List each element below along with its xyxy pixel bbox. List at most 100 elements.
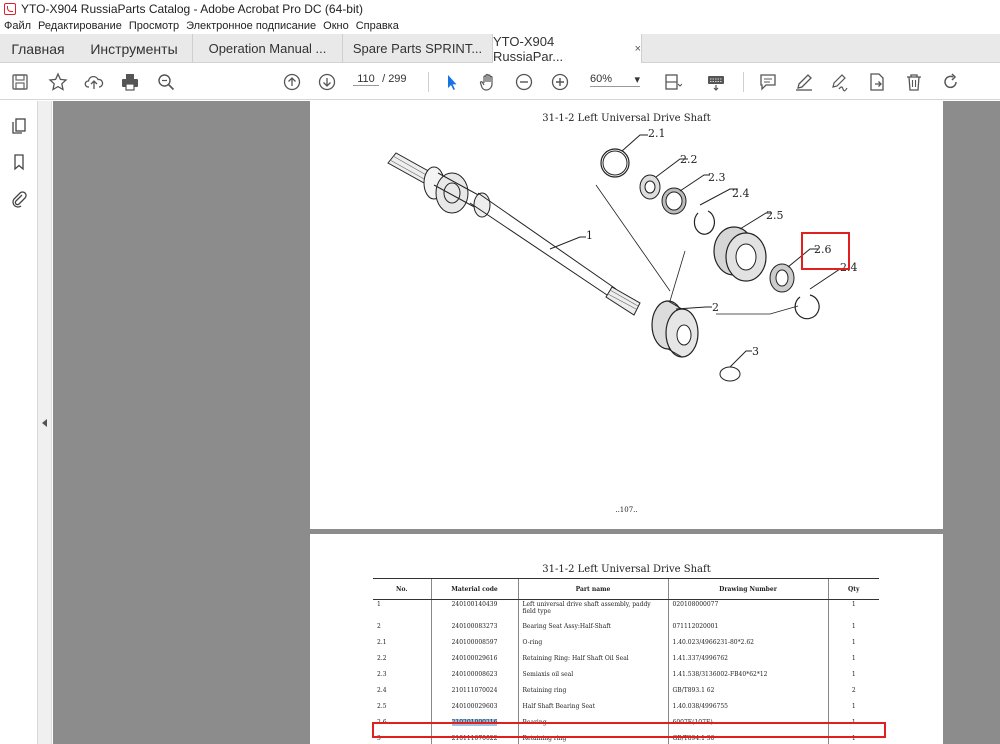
cell-name: O-ring (517, 637, 668, 654)
menu-help[interactable]: Справка (356, 20, 399, 32)
tab-doc-yto-x904[interactable]: YTO-X904 RussiaPar... × (492, 33, 642, 64)
cell-code: 240100029603 (430, 701, 518, 718)
cell-no: 2.3 (377, 670, 387, 678)
delete-icon[interactable] (903, 71, 925, 93)
tab-label: Spare Parts SPRINT... (352, 41, 483, 56)
menu-file[interactable]: Файл (4, 20, 31, 32)
table-header-row: No. Material code Part name Drawing Numb… (373, 578, 879, 600)
toolbar-divider (428, 72, 429, 92)
attachment-icon[interactable] (10, 190, 28, 208)
title-bar: YTO-X904 RussiaParts Catalog - Adobe Acr… (0, 0, 1000, 17)
cell-no: 2.5 (377, 702, 387, 710)
cell-qty: 1 (827, 653, 879, 670)
left-navigation-rail (0, 101, 38, 744)
chevron-left-icon (42, 419, 47, 427)
callout-2: 2 (712, 301, 719, 314)
tab-label: Operation Manual ... (208, 41, 327, 56)
document-viewport[interactable]: 31-1-2 Left Universal Drive Shaft 2.1 2.… (53, 101, 1000, 744)
cell-drawing: 1.40.038/4996755 (667, 701, 828, 718)
tab-label: YTO-X904 RussiaPar... (493, 33, 564, 64)
panel-collapse-handle[interactable] (38, 101, 52, 744)
cell-name: Half Shaft Bearing Seat (517, 701, 668, 718)
rotate-icon[interactable] (940, 71, 962, 93)
tab-home[interactable]: Главная (0, 34, 76, 63)
table-row: 2 240100083273 Bearing Seat Assy:Half-Sh… (373, 621, 879, 638)
menu-window[interactable]: Окно (323, 20, 349, 32)
comment-icon[interactable] (757, 71, 779, 93)
tab-doc-operation-manual[interactable]: Operation Manual ... (192, 34, 342, 63)
save-icon[interactable] (9, 71, 31, 93)
cell-name: Left universal drive shaft assembly, pad… (517, 599, 668, 622)
tab-close-icon[interactable]: × (635, 43, 641, 55)
share-icon[interactable] (866, 71, 888, 93)
cell-qty: 1 (827, 599, 879, 622)
menu-edit[interactable]: Редактирование (38, 20, 122, 32)
page-down-icon[interactable] (316, 71, 338, 93)
page-up-icon[interactable] (281, 71, 303, 93)
page-indicator: 110 / 299 (353, 73, 407, 86)
cell-code: 240100140439 (430, 599, 518, 622)
menu-sign[interactable]: Электронное подписание (186, 20, 316, 32)
column-header: Material code (430, 578, 518, 600)
parts-table: No. Material code Part name Drawing Numb… (373, 578, 879, 744)
keyboard-icon[interactable] (705, 71, 727, 93)
cell-name: Retaining Ring: Half Shaft Oil Seal (517, 653, 668, 670)
callout-2-4: 2.4 (732, 187, 750, 200)
cell-code: 210111070024 (430, 685, 518, 702)
callout-2-2: 2.2 (680, 153, 698, 166)
select-arrow-icon[interactable] (441, 71, 463, 93)
callout-2-1: 2.1 (648, 127, 666, 140)
table-row: 2.4 210111070024 Retaining ring GB/T893.… (373, 685, 879, 702)
cell-no: 2.2 (377, 654, 387, 662)
search-zoom-icon[interactable] (155, 71, 177, 93)
callout-1: 1 (586, 229, 593, 242)
callout-2-5: 2.5 (766, 209, 784, 222)
column-header: No. (373, 578, 431, 600)
cloud-upload-icon[interactable] (83, 71, 105, 93)
sign-icon[interactable] (829, 71, 851, 93)
cell-no: 2.1 (377, 638, 387, 646)
cell-name: Bearing Seat Assy:Half-Shaft (517, 621, 668, 638)
zoom-select[interactable]: 60% ▾ (590, 73, 640, 87)
page-number-label: ..107.. (615, 506, 638, 514)
menu-view[interactable]: Просмотр (129, 20, 179, 32)
cell-drawing: 1.41.538/3136002-FB40*62*12 (667, 669, 828, 686)
column-header: Drawing Number (667, 578, 828, 600)
cell-qty: 1 (827, 637, 879, 654)
cell-qty: 1 (827, 701, 879, 718)
column-header: Part name (517, 578, 668, 600)
page-number-input[interactable]: 110 (353, 73, 379, 86)
cell-qty: 1 (827, 621, 879, 638)
page-title: 31-1-2 Left Universal Drive Shaft (542, 564, 711, 575)
callout-3: 3 (752, 345, 759, 358)
cell-code: 240100008623 (430, 669, 518, 686)
tab-doc-spare-parts[interactable]: Spare Parts SPRINT... (342, 34, 492, 63)
cell-drawing: 1.41.337/4996762 (667, 653, 828, 670)
column-header: Qty (827, 578, 879, 600)
bookmark-icon[interactable] (10, 153, 28, 171)
cell-code: 240100029616 (430, 653, 518, 670)
cell-drawing: 1.40.023/4966231-80*2.62 (667, 637, 828, 654)
highlight-pen-icon[interactable] (793, 71, 815, 93)
cell-drawing: 071112020001 (667, 621, 828, 638)
print-icon[interactable] (119, 71, 141, 93)
cell-name: Semiaxis oil seal (517, 669, 668, 686)
table-row: 2.5 240100029603 Half Shaft Bearing Seat… (373, 701, 879, 718)
tab-tools[interactable]: Инструменты (76, 34, 192, 63)
toolbar-divider (743, 72, 744, 92)
fit-page-icon[interactable] (661, 71, 683, 93)
cell-qty: 2 (827, 685, 879, 702)
table-row: 2.1 240100008597 O-ring 1.40.023/4966231… (373, 637, 879, 654)
star-icon[interactable] (47, 71, 69, 93)
window-title: YTO-X904 RussiaParts Catalog - Adobe Acr… (21, 1, 363, 16)
callout-2-3: 2.3 (708, 171, 726, 184)
table-row: 2.3 240100008623 Semiaxis oil seal 1.41.… (373, 669, 879, 686)
highlight-box-row (372, 722, 886, 738)
hand-icon[interactable] (477, 71, 499, 93)
cell-drawing: GB/T893.1 62 (667, 685, 828, 702)
pdf-page-108: 31-1-2 Left Universal Drive Shaft No. Ma… (310, 534, 943, 744)
zoom-in-icon[interactable] (549, 71, 571, 93)
zoom-out-icon[interactable] (513, 71, 535, 93)
pages-thumbnail-icon[interactable] (10, 117, 28, 135)
table-row: 2.2 240100029616 Retaining Ring: Half Sh… (373, 653, 879, 670)
